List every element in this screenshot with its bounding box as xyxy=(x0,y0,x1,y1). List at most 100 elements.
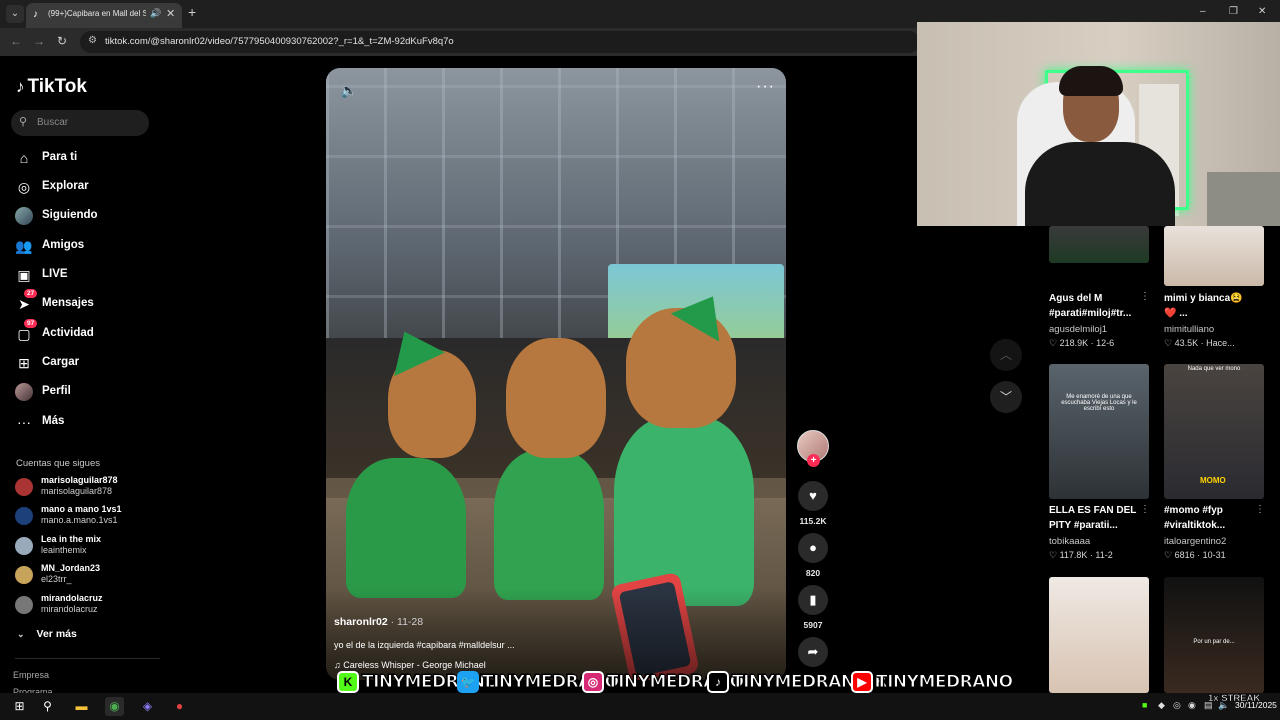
video-player[interactable]: 🔈 ··· sharonlr02 · 11-28 yo el de la izq… xyxy=(326,68,786,680)
activity-badge: 97 xyxy=(24,319,38,328)
restore-button[interactable]: ❐ xyxy=(1229,6,1238,17)
discord-icon[interactable]: ◈ xyxy=(138,697,157,716)
tab-search-button[interactable]: ⌄ xyxy=(6,5,24,23)
title-line: mimi y bianca😫 xyxy=(1164,293,1243,304)
tiktok-icon: ♪ xyxy=(707,671,729,693)
nav-explorar[interactable]: ◎ Explorar xyxy=(15,176,155,198)
video-more-icon[interactable]: ··· xyxy=(756,78,775,96)
video-title[interactable]: #momo #fyp #viraltiktok... xyxy=(1164,503,1225,533)
site-info-icon[interactable]: ⚙ xyxy=(88,35,97,46)
comment-button[interactable]: ● xyxy=(798,533,828,563)
messages-badge: 27 xyxy=(24,289,38,298)
heart-icon: ♥ xyxy=(809,488,817,503)
search-icon[interactable]: ⚲ xyxy=(38,697,57,716)
elf-costume-middle xyxy=(494,450,604,600)
following-account[interactable]: marisolaguilar878 marisolaguilar878 xyxy=(15,474,165,500)
nav-label: LIVE xyxy=(42,268,68,280)
nav-mas[interactable]: ··· Más xyxy=(15,411,155,433)
account-handle: el23trr_ xyxy=(41,574,72,584)
close-tab-icon[interactable]: ✕ xyxy=(166,7,175,20)
volume-icon[interactable]: 🔈 xyxy=(340,82,357,99)
nav-cargar[interactable]: ⊞ Cargar xyxy=(15,352,155,374)
close-window-button[interactable]: ✕ xyxy=(1258,6,1266,17)
nav-actividad[interactable]: ▢ 97 Actividad xyxy=(15,319,155,345)
video-title[interactable]: mimi y bianca😫 ❤️ ... xyxy=(1164,291,1243,321)
video-user[interactable]: tobikaaaa xyxy=(1049,536,1090,547)
chevron-down-icon: ⌄ xyxy=(17,629,25,639)
nav-perfil[interactable]: Perfil xyxy=(15,381,155,403)
comment-count: 820 xyxy=(805,568,821,578)
next-video-button[interactable]: ﹀ xyxy=(990,381,1022,413)
nav-label: Actividad xyxy=(42,327,94,339)
stream-streak-label: 1x STREAK xyxy=(1208,693,1261,705)
thumbnail-overlay-text: Por un par de... xyxy=(1193,639,1235,645)
video-thumbnail[interactable]: Por un par de... xyxy=(1164,577,1264,693)
nav-siguiendo[interactable]: Siguiendo xyxy=(15,205,155,227)
video-thumbnail[interactable] xyxy=(1049,226,1149,263)
url-field[interactable]: ⚙ tiktok.com/@sharonlr02/video/757795040… xyxy=(80,31,920,53)
windows-start-icon[interactable]: ⊞ xyxy=(10,697,29,716)
avatar xyxy=(15,596,33,614)
card-more-icon[interactable]: ⋮ xyxy=(1255,504,1265,515)
title-line: #viraltiktok... xyxy=(1164,520,1226,531)
new-tab-button[interactable]: + xyxy=(188,4,196,20)
nav-label: Siguiendo xyxy=(42,209,98,221)
title-line: Agus del M xyxy=(1049,293,1103,304)
account-handle: marisolaguilar878 xyxy=(41,486,113,496)
account-handle: leainthemix xyxy=(41,545,87,555)
tray-app-icon[interactable]: ◎ xyxy=(1173,700,1181,711)
title-line: ELLA ES FAN DEL xyxy=(1049,505,1137,516)
following-account[interactable]: mano a mano 1vs1 mano.a.mano.1vs1 xyxy=(15,503,165,529)
share-icon: ➦ xyxy=(807,644,819,659)
follow-plus-button[interactable]: + xyxy=(807,454,820,467)
video-thumbnail[interactable] xyxy=(1049,577,1149,693)
nav-para-ti[interactable]: ⌂ Para ti xyxy=(15,147,155,169)
tray-app-icon[interactable]: ◉ xyxy=(1188,700,1196,711)
video-description[interactable]: yo el de la izquierda #capibara #malldel… xyxy=(334,640,515,650)
minimize-button[interactable]: – xyxy=(1200,6,1206,17)
speaker-icon[interactable]: 🔊 xyxy=(150,8,161,19)
obs-icon[interactable]: ● xyxy=(170,697,189,716)
search-input[interactable]: ⚲ Buscar xyxy=(11,110,149,136)
brand-text: TikTok xyxy=(27,76,87,97)
nav-live[interactable]: ▣ LIVE xyxy=(15,264,155,286)
video-thumbnail[interactable] xyxy=(1164,226,1264,286)
video-user[interactable]: agusdelmiloj1 xyxy=(1049,324,1107,335)
video-thumbnail[interactable]: Nada que ver mono MOMO xyxy=(1164,364,1264,499)
kick-icon: K xyxy=(337,671,359,693)
forward-icon[interactable]: → xyxy=(33,34,45,48)
tiktok-logo[interactable]: ♪ TikTok xyxy=(16,76,87,98)
windows-taskbar: ⊞ ⚲ ▬ ◉ ◈ ● ■ ◆ ◎ ◉ ▤ 🔈 30/11/2025 xyxy=(0,693,1280,720)
see-more-button[interactable]: ⌄ Ver más xyxy=(17,628,77,640)
save-button[interactable]: ▮ xyxy=(798,585,828,615)
following-account[interactable]: mirandolacruz mirandolacruz xyxy=(15,592,165,618)
avatar xyxy=(15,537,33,555)
nav-amigos[interactable]: 👥 Amigos xyxy=(15,235,155,257)
tray-kick-icon[interactable]: ■ xyxy=(1142,700,1147,710)
tray-app-icon[interactable]: ◆ xyxy=(1158,700,1165,711)
video-title[interactable]: ELLA ES FAN DEL PITY #paratii... xyxy=(1049,503,1136,533)
card-more-icon[interactable]: ⋮ xyxy=(1140,291,1150,302)
back-icon[interactable]: ← xyxy=(10,34,22,48)
video-author[interactable]: sharonlr02 · 11-28 xyxy=(334,616,423,628)
share-button[interactable]: ➦ xyxy=(798,637,828,667)
tiktok-note-icon: ♪ xyxy=(16,77,25,96)
home-icon: ⌂ xyxy=(19,150,29,166)
footer-link-empresa[interactable]: Empresa xyxy=(13,670,49,680)
capybara-head-middle xyxy=(506,338,606,458)
following-account[interactable]: Lea in the mix leainthemix xyxy=(15,533,165,559)
like-button[interactable]: ♥ xyxy=(798,481,828,511)
video-user[interactable]: mimitulliano xyxy=(1164,324,1214,335)
following-account[interactable]: MN_Jordan23 el23trr_ xyxy=(15,562,165,588)
browser-tab[interactable]: ♪ (99+)Capibara en Mall del S 🔊 ✕ xyxy=(26,3,182,28)
card-more-icon[interactable]: ⋮ xyxy=(1140,504,1150,515)
reload-icon[interactable]: ↻ xyxy=(57,34,67,48)
nav-mensajes[interactable]: ➤ 27 Mensajes xyxy=(15,289,155,315)
video-title[interactable]: Agus del M #parati#miloj#tr... xyxy=(1049,291,1131,321)
nav-label: Explorar xyxy=(42,180,89,192)
file-explorer-icon[interactable]: ▬ xyxy=(72,697,91,716)
chrome-icon[interactable]: ◉ xyxy=(105,697,124,716)
video-thumbnail[interactable]: Me enamoré de una que escuchaba Viejas L… xyxy=(1049,364,1149,499)
previous-video-button[interactable]: ︿ xyxy=(990,339,1022,371)
video-user[interactable]: italoargentino2 xyxy=(1164,536,1226,547)
